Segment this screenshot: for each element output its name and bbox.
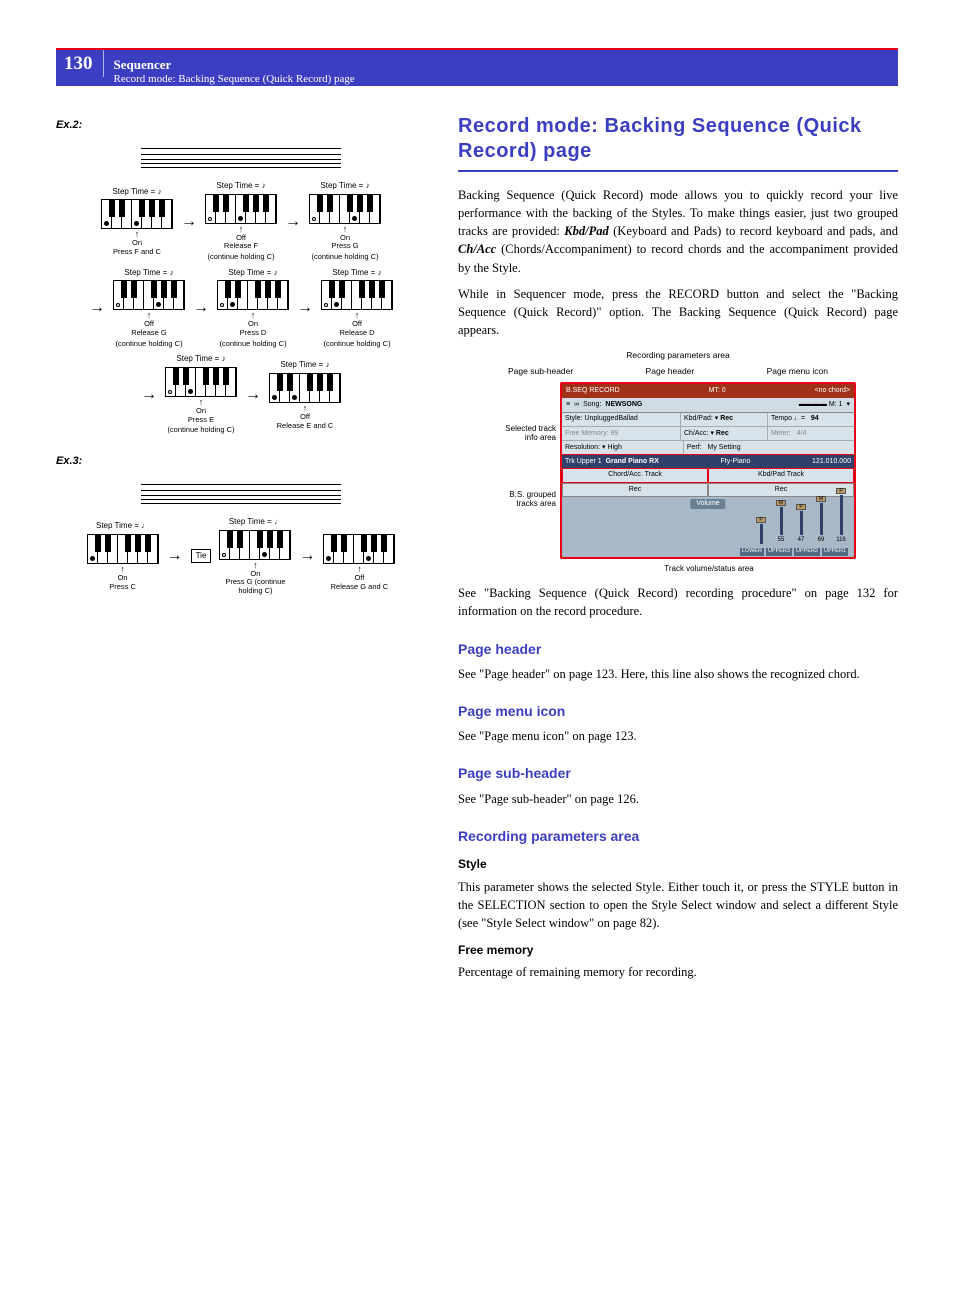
bs-track-chord-acc: Chord/Acc. Track [562,468,708,482]
step-keyboard: Step Time = ♪ ↑ OnPress E (continue hold… [165,353,237,436]
example-2-figure: Step Time = ♪ ↑ OnPress F and C → Step T… [81,140,401,436]
section-title: Record mode: Backing Sequence (Quick Rec… [458,114,898,172]
heading-page-header: Page header [458,639,898,659]
heading-style: Style [458,856,898,873]
heading-menu-icon: Page menu icon [458,701,898,721]
arrow-right-icon: → [89,296,105,319]
music-staff-icon [141,476,341,510]
step-keyboard: Step Time = ♪ ↑ OffRelease F (continue h… [205,180,277,263]
step-keyboard: Step Time = ♪ ↑ OnPress G (continue hold… [309,180,381,263]
arrow-right-icon: → [297,296,313,319]
step-keyboard: Step Time = ♪ ↑ OffRelease E and C [269,359,341,430]
paragraph-style: This parameter shows the selected Style.… [458,878,898,932]
arrow-right-icon: → [141,383,157,406]
paragraph-free-memory: Percentage of remaining memory for recor… [458,963,898,981]
track-label: LOWER [740,548,764,556]
document-page: 130 Sequencer Record mode: Backing Seque… [0,0,954,1029]
volume-slider: M55 [774,500,788,545]
volume-slider: P116 [834,488,848,545]
example-2-label: Ex.2: [56,118,426,134]
header-subsection: Record mode: Backing Sequence (Quick Rec… [114,73,355,86]
step-keyboard: ↑ OffRelease G and C [323,520,395,591]
header-section: Sequencer [114,57,355,73]
page-number: 130 [64,50,104,78]
song-name: NEWSONG [605,400,642,410]
arrow-right-icon: → [181,210,197,233]
device-screen: B.SEQ RECORD MT: 0 <no chord> ≡ ∞ Song: … [560,382,856,559]
callout-selected-track: Selected track info area [498,425,556,443]
intro-paragraph-1: Backing Sequence (Quick Record) mode all… [458,186,898,277]
step-keyboard: Step Time = ♪ ↑ OffRelease D (continue h… [321,267,393,350]
callout-sub-header: Page sub-header [508,365,573,377]
loop-icon: ∞ [574,400,579,410]
left-column: Ex.2: Step Time = ♪ ↑ OnPress F and C [56,114,426,989]
example-3-figure: Step Time = ♩ ↑ OnPress C → Tie Step Tim… [81,476,401,595]
volume-slider: M69 [814,496,828,545]
step-keyboard: Step Time = ♪ ↑ OffRelease G (continue h… [113,267,185,350]
track-label: UPPER2 [794,548,820,556]
volume-slider: P47 [794,504,808,545]
menu-triangle-icon: ▾ [846,400,850,410]
paragraph-page-header: See "Page header" on page 123. Here, thi… [458,665,898,683]
example-3-label: Ex.3: [56,454,426,470]
heading-sub-header: Page sub-header [458,763,898,783]
music-staff-icon [141,140,341,174]
arrow-right-icon: → [193,296,209,319]
paragraph-sub-header: See "Page sub-header" on page 126. [458,790,898,808]
callout-menu-icon: Page menu icon [767,365,828,377]
paragraph-menu-icon: See "Page menu icon" on page 123. [458,727,898,745]
page-header-bar: 130 Sequencer Record mode: Backing Seque… [56,48,898,86]
step-keyboard: Step Time = ♩ ↑ OnPress C [87,520,159,591]
arrow-right-icon: → [285,210,301,233]
heading-free-memory: Free memory [458,942,898,959]
callout-page-header: Page header [646,365,695,377]
see-recording-procedure: See "Backing Sequence (Quick Record) rec… [458,584,898,620]
device-title: B.SEQ RECORD [566,386,620,396]
callout-rec-params: Recording parameters area [498,349,858,365]
volume-area: Volume PM55P47M69P116 LOWERUPPER3UPPER2U… [562,497,854,557]
volume-slider: P [754,517,768,545]
heading-recording-params: Recording parameters area [458,826,898,846]
track-label: UPPER3 [766,548,792,556]
device-screenshot-figure: Recording parameters area Page sub-heade… [498,349,858,574]
bs-track-kbd-pad: Kbd/Pad Track [708,468,854,482]
track-label: UPPER1 [822,548,848,556]
arrow-right-icon: → [245,383,261,406]
right-column: Record mode: Backing Sequence (Quick Rec… [458,114,898,989]
step-keyboard: Step Time = ♩ ↑ OnPress G (continue hold… [219,516,291,595]
device-chord: <no chord> [815,386,850,396]
callout-bs-tracks: B.S. grouped tracks area [498,491,556,509]
intro-paragraph-2: While in Sequencer mode, press the RECOR… [458,285,898,339]
callout-volume-status: Track volume/status area [498,563,858,575]
arrow-right-icon: → [167,544,183,567]
hamburger-icon: ≡ [566,400,570,410]
tie-label: Tie [191,549,212,563]
step-keyboard: Step Time = ♪ ↑ OnPress F and C [101,186,173,257]
step-keyboard: Step Time = ♪ ↑ OnPress D (continue hold… [217,267,289,350]
arrow-right-icon: → [299,544,315,567]
device-meter: MT: 0 [709,386,726,396]
